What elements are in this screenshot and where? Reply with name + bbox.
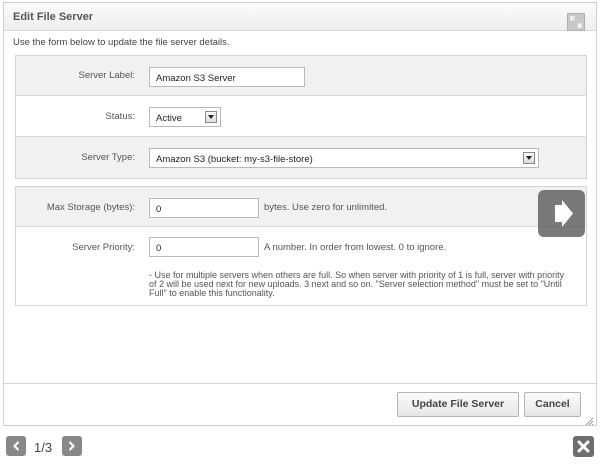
server-priority-hint: A number. In order from lowest. 0 to ign…: [264, 242, 447, 253]
intro-text: Use the form below to update the file se…: [13, 37, 230, 48]
storage-section: Max Storage (bytes): 0 bytes. Use zero f…: [15, 186, 587, 306]
status-row: Status: Active: [16, 96, 586, 137]
chevron-down-icon[interactable]: [523, 152, 535, 164]
status-value: Active: [156, 113, 182, 124]
server-details-section: Server Label: Amazon S3 Server Status: A…: [15, 55, 587, 179]
server-priority-input[interactable]: 0: [149, 237, 259, 257]
close-icon[interactable]: [573, 436, 594, 457]
lightbox-frame: Edit File Server Use the form below to u…: [0, 0, 601, 473]
server-type-label: Server Type:: [81, 152, 135, 163]
server-label-input[interactable]: Amazon S3 Server: [149, 67, 305, 87]
edit-file-server-dialog: Edit File Server Use the form below to u…: [3, 2, 597, 426]
cancel-button[interactable]: Cancel: [524, 392, 581, 417]
chevron-right-icon[interactable]: [62, 436, 82, 456]
arrow-right-icon[interactable]: [538, 190, 585, 237]
max-storage-hint: bytes. Use zero for unlimited.: [264, 202, 388, 213]
footer-divider: [4, 383, 596, 384]
max-storage-row: Max Storage (bytes): 0 bytes. Use zero f…: [16, 187, 586, 227]
gallery-controls: 1/3: [0, 430, 601, 473]
server-type-select[interactable]: Amazon S3 (bucket: my-s3-file-store): [149, 148, 539, 168]
page-counter: 1/3: [34, 440, 53, 455]
server-priority-label: Server Priority:: [72, 242, 135, 253]
server-label-row: Server Label: Amazon S3 Server: [16, 56, 586, 96]
dialog-title: Edit File Server: [13, 11, 94, 23]
server-priority-note: - Use for multiple servers when others a…: [149, 270, 565, 298]
dialog-header: Edit File Server: [4, 3, 596, 31]
expand-icon[interactable]: [567, 13, 585, 31]
chevron-down-icon[interactable]: [205, 111, 217, 123]
max-storage-label: Max Storage (bytes):: [46, 202, 135, 213]
update-file-server-button[interactable]: Update File Server: [397, 392, 519, 417]
max-storage-input[interactable]: 0: [149, 198, 259, 218]
status-select[interactable]: Active: [149, 107, 221, 127]
resize-grip-icon[interactable]: [584, 413, 594, 426]
server-type-row: Server Type: Amazon S3 (bucket: my-s3-fi…: [16, 137, 586, 178]
server-label-label: Server Label:: [78, 70, 135, 81]
status-label: Status:: [105, 111, 135, 122]
server-type-value: Amazon S3 (bucket: my-s3-file-store): [156, 154, 313, 165]
chevron-left-icon[interactable]: [6, 436, 26, 456]
